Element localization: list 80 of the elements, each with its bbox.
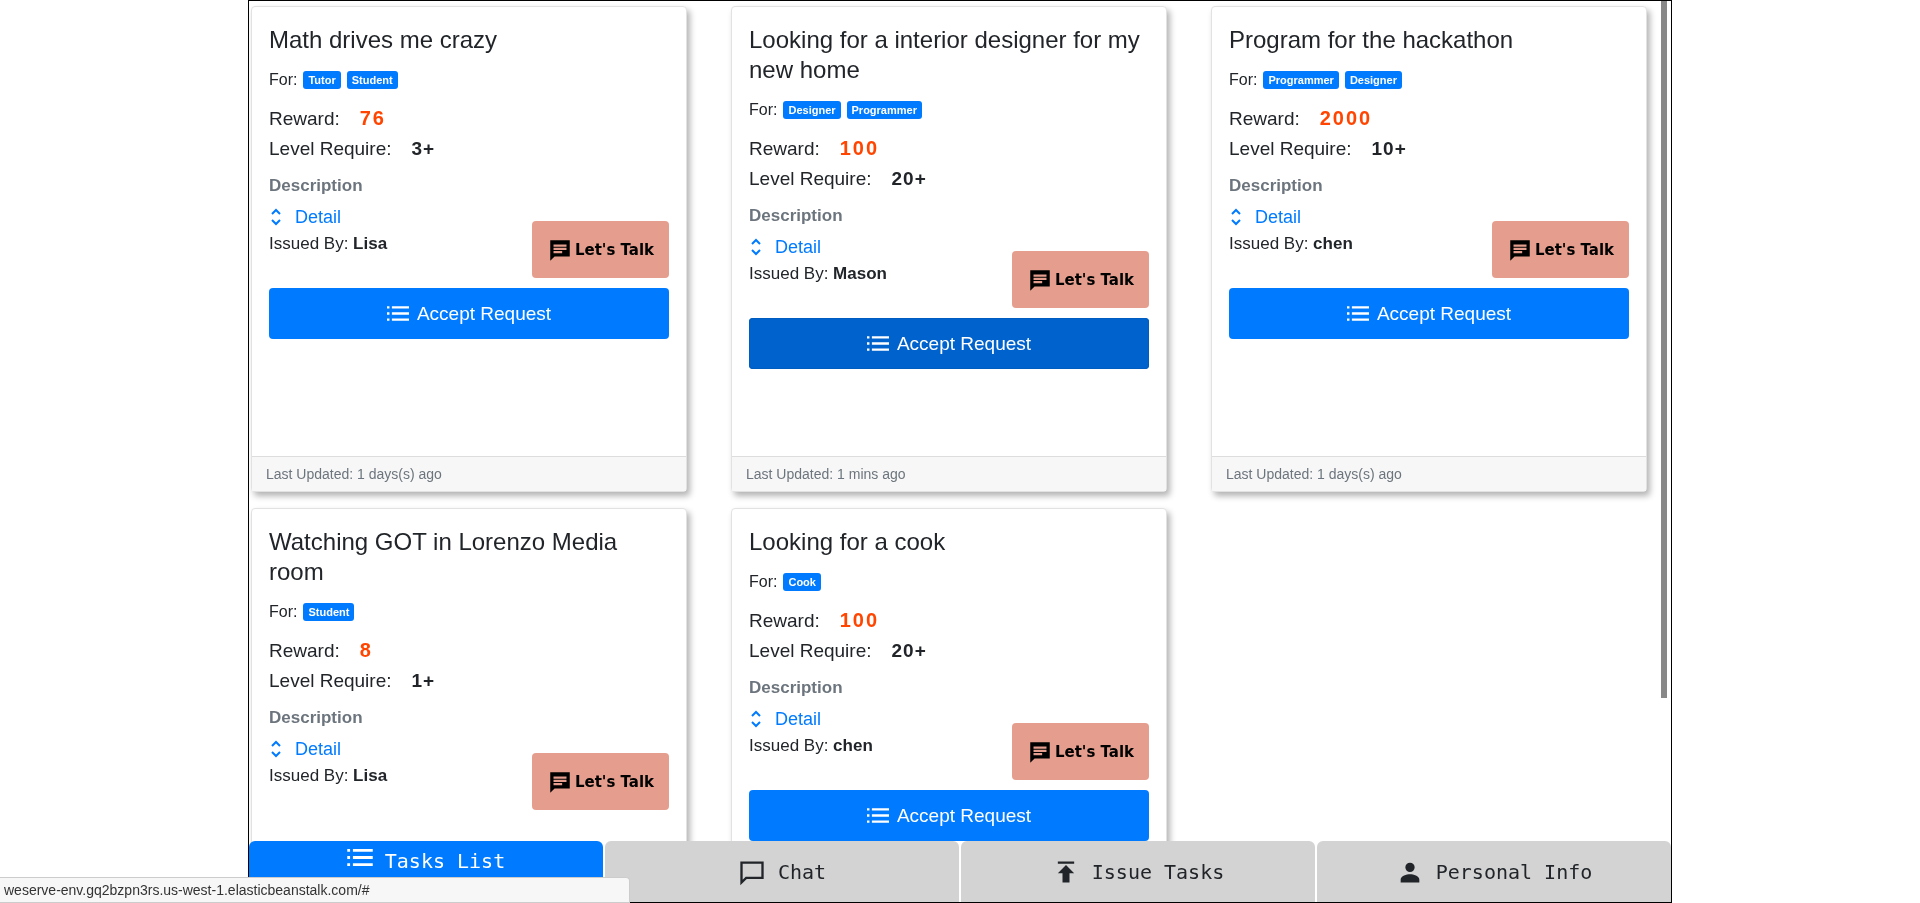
list-icon	[386, 306, 409, 321]
list-icon	[346, 849, 373, 866]
description-label: Description	[749, 678, 844, 698]
level-value: 20+	[891, 640, 927, 662]
last-updated: Last Updated: 1 days(s) ago	[1212, 456, 1646, 491]
nav-tab[interactable]: Chat	[605, 841, 959, 902]
for-label: For:	[269, 603, 298, 621]
nav-tab[interactable]: Personal Info	[1317, 841, 1671, 902]
url-tooltip: weserve-env.gq2bzpn3rs.us-west-1.elasticbeanstalk.com/#	[0, 877, 630, 903]
reward-value: 8	[359, 639, 373, 662]
level-value: 10+	[1371, 138, 1407, 160]
accept-button[interactable]: Accept Request	[749, 790, 1149, 841]
talk-button[interactable]: Let's Talk	[1012, 723, 1149, 780]
for-label: For:	[269, 71, 298, 89]
reward-label: Reward:	[1229, 107, 1300, 130]
expand-icon	[749, 236, 763, 258]
accept-button[interactable]: Accept Request	[269, 288, 669, 339]
level-value: 20+	[891, 168, 927, 190]
role-tag: Programmer	[1263, 71, 1339, 89]
task-title: Watching GOT in Lorenzo Media room	[269, 527, 619, 587]
level-label: Level Require:	[749, 640, 872, 662]
level-value: 1+	[411, 670, 436, 692]
issued-by: Issued By: chen	[1229, 234, 1353, 254]
expand-icon	[269, 738, 283, 760]
role-tag: Designer	[1344, 71, 1402, 89]
list-icon	[866, 808, 889, 823]
talk-button[interactable]: Let's Talk	[532, 753, 669, 810]
reward-value: 100	[839, 609, 880, 632]
issued-by: Issued By: Lisa	[269, 234, 388, 254]
reward-label: Reward:	[269, 107, 340, 130]
reward-label: Reward:	[749, 137, 820, 160]
talk-button[interactable]: Let's Talk	[1012, 251, 1149, 308]
talk-button[interactable]: Let's Talk	[532, 221, 669, 278]
detail-toggle[interactable]: Detail	[269, 738, 342, 760]
task-title: Looking for a cook	[749, 527, 947, 557]
reward-value: 2000	[1319, 107, 1373, 130]
description-label: Description	[269, 176, 364, 196]
accept-button[interactable]: Accept Request	[749, 318, 1149, 369]
last-updated: Last Updated: 1 mins ago	[732, 456, 1166, 491]
expand-icon	[749, 708, 763, 730]
issued-by: Issued By: chen	[749, 736, 873, 756]
level-label: Level Require:	[269, 138, 392, 160]
description-label: Description	[269, 708, 364, 728]
description-label: Description	[749, 206, 844, 226]
detail-toggle[interactable]: Detail	[749, 708, 822, 730]
role-tag: Designer	[783, 101, 841, 119]
issued-by: Issued By: Lisa	[269, 766, 388, 786]
role-tag: Student	[346, 71, 398, 89]
issued-by: Issued By: Mason	[749, 264, 887, 284]
task-title: Math drives me crazy	[269, 25, 499, 55]
reward-label: Reward:	[749, 609, 820, 632]
for-label: For:	[749, 573, 778, 591]
for-label: For:	[1229, 71, 1258, 89]
detail-toggle[interactable]: Detail	[749, 236, 822, 258]
reward-label: Reward:	[269, 639, 340, 662]
level-value: 3+	[411, 138, 436, 160]
last-updated: Last Updated: 1 days(s) ago	[252, 456, 686, 491]
level-label: Level Require:	[269, 670, 392, 692]
description-label: Description	[1229, 176, 1324, 196]
detail-toggle[interactable]: Detail	[1229, 206, 1302, 228]
reward-value: 100	[839, 137, 880, 160]
nav-tab[interactable]: Issue Tasks	[961, 841, 1315, 902]
accept-button[interactable]: Accept Request	[1229, 288, 1629, 339]
scrollbar[interactable]	[1661, 1, 1667, 698]
task-title: Program for the hackathon	[1229, 25, 1515, 55]
for-label: For:	[749, 101, 778, 119]
detail-toggle[interactable]: Detail	[269, 206, 342, 228]
talk-button[interactable]: Let's Talk	[1492, 221, 1629, 278]
expand-icon	[269, 206, 283, 228]
list-icon	[866, 336, 889, 351]
level-label: Level Require:	[749, 168, 872, 190]
reward-value: 76	[359, 107, 386, 130]
role-tag: Programmer	[846, 101, 922, 119]
task-title: Looking for a interior designer for my new home	[749, 25, 1141, 85]
expand-icon	[1229, 206, 1243, 228]
role-tag: Tutor	[303, 71, 341, 89]
list-icon	[1346, 306, 1369, 321]
level-label: Level Require:	[1229, 138, 1352, 160]
role-tag: Student	[303, 603, 355, 621]
role-tag: Cook	[783, 573, 821, 591]
